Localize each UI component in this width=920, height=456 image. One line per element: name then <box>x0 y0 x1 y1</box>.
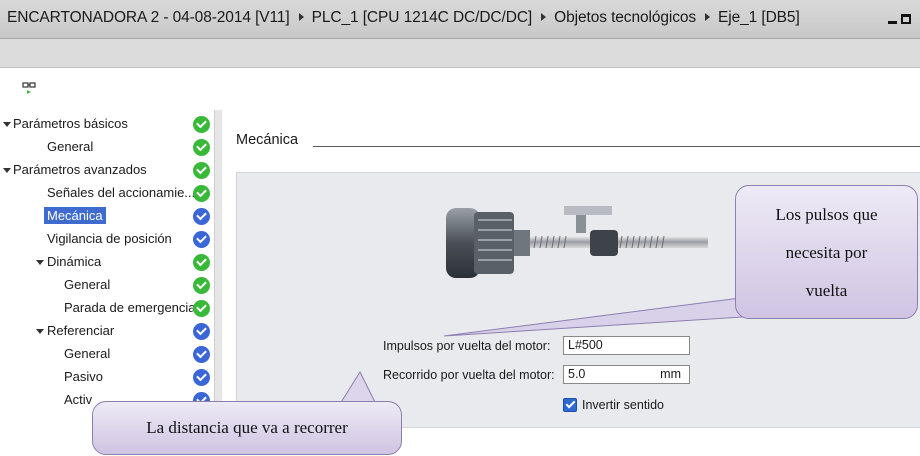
invert-direction-label: Invertir sentido <box>582 398 664 412</box>
nav-item-label: Dinámica <box>47 254 102 269</box>
status-ok-icon <box>193 254 210 271</box>
nav-item-label: Referenciar <box>47 323 115 338</box>
status-ok-icon <box>193 277 210 294</box>
nav-item-basic-params[interactable]: Parámetros básicos <box>0 113 212 136</box>
expand-arrow-icon[interactable] <box>3 122 11 127</box>
nav-item-label: General <box>64 346 111 361</box>
breadcrumb-plc[interactable]: PLC_1 [CPU 1214C DC/DC/DC] <box>312 9 533 26</box>
minimize-icon[interactable] <box>888 21 897 24</box>
editor-toolbar-strip <box>0 39 920 68</box>
nav-item-passive[interactable]: Pasivo <box>0 366 212 389</box>
status-check-icon <box>193 346 210 363</box>
pulses-per-rev-label: Impulsos por vuelta del motor: <box>383 339 551 353</box>
nav-scrollbar[interactable] <box>214 110 222 440</box>
nav-item-label: Parámetros avanzados <box>13 162 147 177</box>
window-title-path: ENCARTONADORA 2 - 04-08-2014 [V11] PLC_1 … <box>7 9 800 27</box>
section-title: Mecánica <box>236 132 299 148</box>
travel-per-rev-value: 5.0 <box>568 367 586 381</box>
travel-per-rev-label: Recorrido por vuelta del motor: <box>383 368 555 382</box>
status-check-icon <box>193 369 210 386</box>
status-check-icon <box>193 323 210 340</box>
expand-arrow-icon[interactable] <box>3 168 11 173</box>
nav-item-label: General <box>47 139 94 154</box>
nav-item-dynamics[interactable]: Dinámica <box>0 251 212 274</box>
nav-item-dynamics-general[interactable]: General <box>0 274 212 297</box>
status-check-icon <box>193 231 210 248</box>
callout-pulses: Los pulsos que necesita por vuelta <box>735 185 918 319</box>
breadcrumb-arrow-icon <box>541 13 547 21</box>
travel-unit: mm <box>660 367 681 381</box>
nav-item-advanced-params[interactable]: Parámetros avanzados <box>0 159 212 182</box>
window-controls <box>888 12 916 28</box>
nav-item-emergency-stop[interactable]: Parada de emergencia <box>0 297 212 320</box>
nav-item-label: Señales del accionamie... <box>47 185 196 200</box>
expand-arrow-icon[interactable] <box>36 260 44 265</box>
breadcrumb-axis[interactable]: Eje_1 [DB5] <box>718 9 800 26</box>
breadcrumb-arrow-icon <box>298 13 304 21</box>
nav-item-label: Activ <box>64 392 93 407</box>
status-check-icon <box>193 208 210 225</box>
breadcrumb-technology-objects[interactable]: Objetos tecnológicos <box>554 9 696 26</box>
nav-item-label: Mecánica <box>44 207 106 224</box>
status-ok-icon <box>193 116 210 133</box>
nav-item-mechanics[interactable]: Mecánica <box>0 205 212 228</box>
status-ok-icon <box>193 139 210 156</box>
nav-item-label: Pasivo <box>64 369 104 384</box>
invert-direction-checkbox[interactable] <box>563 398 577 412</box>
callout-distance: La distancia que va a recorrer <box>92 401 402 455</box>
status-ok-icon <box>193 185 210 202</box>
expand-arrow-icon[interactable] <box>36 329 44 334</box>
maximize-icon[interactable] <box>901 14 911 24</box>
nav-item-label: Vigilancia de posición <box>47 231 172 246</box>
functional-view-icon[interactable] <box>22 80 38 96</box>
breadcrumb-arrow-icon <box>705 13 711 21</box>
pulses-per-rev-value: L#500 <box>568 338 603 352</box>
nav-item-label: Parada de emergencia <box>64 300 196 315</box>
callout-pulses-line2: necesita por <box>785 243 868 262</box>
title-bar: ENCARTONADORA 2 - 04-08-2014 [V11] PLC_1 … <box>0 0 920 39</box>
parameter-navigation: Parámetros básicos General Parámetros av… <box>0 110 222 440</box>
nav-item-homing[interactable]: Referenciar <box>0 320 212 343</box>
nav-item-general[interactable]: General <box>0 136 212 159</box>
callout-pulses-tail <box>443 297 760 337</box>
status-ok-icon <box>193 300 210 317</box>
nav-item-label: Parámetros básicos <box>13 116 128 131</box>
nav-item-homing-general[interactable]: General <box>0 343 212 366</box>
nav-item-label: General <box>64 277 111 292</box>
callout-pulses-line3: vuelta <box>805 281 848 300</box>
nav-item-position-monitoring[interactable]: Vigilancia de posición <box>0 228 212 251</box>
nav-item-drive-signals[interactable]: Señales del accionamie... <box>0 182 212 205</box>
motor-leadscrew-illustration <box>446 206 708 278</box>
view-toolbar <box>0 68 920 108</box>
status-ok-icon <box>193 162 210 179</box>
callout-pulses-line1: Los pulsos que <box>775 205 878 224</box>
travel-per-rev-input[interactable]: 5.0 mm <box>563 365 690 384</box>
project-title[interactable]: ENCARTONADORA 2 - 04-08-2014 [V11] <box>7 9 290 26</box>
section-divider <box>313 146 920 147</box>
